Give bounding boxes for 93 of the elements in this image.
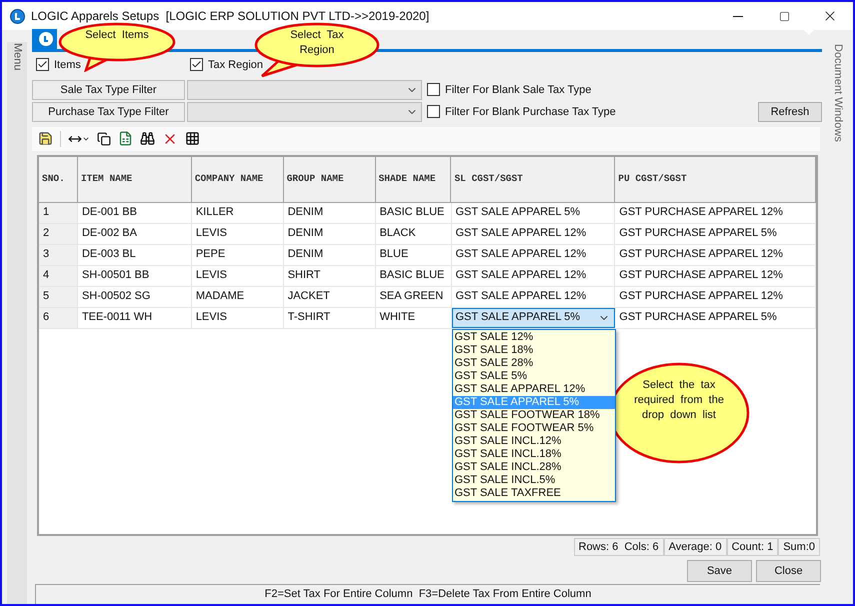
status-cell: Count: 1 xyxy=(726,538,778,556)
column-header[interactable]: ITEM NAME xyxy=(78,156,192,202)
table-cell: GST PURCHASE APPAREL 12% xyxy=(615,286,816,307)
table-cell: 6 xyxy=(39,308,78,328)
checkbox[interactable] xyxy=(427,83,440,96)
callout-text: Select Tax Region xyxy=(289,28,345,58)
status-cell: Sum:0 xyxy=(778,538,820,556)
status-cell: Rows: 6 Cols: 6 xyxy=(574,538,664,556)
table-cell: SHIRT xyxy=(284,266,376,286)
checkbox-label: Items xyxy=(54,58,81,73)
dropdown-option[interactable]: GST SALE FOOTWEAR 18% xyxy=(452,408,614,422)
side-tab[interactable]: Document Windows xyxy=(829,44,846,604)
table-cell: DE-003 BL xyxy=(78,244,192,265)
dropdown-option[interactable]: GST SALE INCL.5% xyxy=(452,474,614,487)
filter-label: Purchase Tax Type Filter xyxy=(32,102,185,122)
column-header[interactable]: SL CGST/SGST xyxy=(451,156,616,202)
table-cell: T-SHIRT xyxy=(284,308,376,328)
dropdown-option[interactable]: GST SALE APPAREL 12% xyxy=(452,382,614,396)
table-cell: SH-00501 BB xyxy=(78,266,192,286)
table-cell: 5 xyxy=(39,286,78,307)
table-cell: DE-002 BA xyxy=(78,224,192,244)
status-cell: Average: 0 xyxy=(664,538,727,556)
search-icon[interactable] xyxy=(140,131,155,146)
window-title: LOGIC Apparels Setups [LOGIC ERP SOLUTION PVT LTD->>2019-2020] xyxy=(31,8,430,25)
table-cell: DENIM xyxy=(284,202,376,223)
table-cell: GST SALE APPAREL 5% xyxy=(452,202,616,223)
refresh-button[interactable]: Refresh xyxy=(758,102,822,122)
table-cell: GST PURCHASE APPAREL 5% xyxy=(615,224,816,244)
table-cell: SH-00502 SG xyxy=(78,286,192,307)
table-cell: SEA GREEN xyxy=(376,286,452,307)
table-cell: DENIM xyxy=(284,244,376,265)
spreadsheet-icon[interactable] xyxy=(118,131,133,146)
checkbox-label: Tax Region xyxy=(208,58,264,73)
dialog-button[interactable]: Save xyxy=(687,560,752,582)
table-cell: JACKET xyxy=(284,286,376,307)
table-cell: 1 xyxy=(39,202,78,223)
dropdown-option[interactable]: GST SALE FOOTWEAR 5% xyxy=(452,422,614,435)
checkbox[interactable] xyxy=(427,105,440,118)
app-logo-icon xyxy=(39,32,53,46)
dropdown-option[interactable]: GST SALE INCL.12% xyxy=(452,434,614,448)
callout-text: Select the tax required from the drop down list xyxy=(633,378,725,423)
table-cell: GST SALE APPAREL 12% xyxy=(452,244,616,265)
table-cell: GST SALE APPAREL 12% xyxy=(452,266,616,286)
table-cell: BLACK xyxy=(376,224,452,244)
table-cell: LEVIS xyxy=(192,266,284,286)
column-header[interactable]: COMPANY NAME xyxy=(192,156,284,202)
table-cell: GST PURCHASE APPAREL 12% xyxy=(615,266,816,286)
callout-text: Select Items xyxy=(84,28,150,43)
column-header[interactable]: SNO. xyxy=(39,156,78,202)
table-cell: LEVIS xyxy=(192,224,284,244)
table-cell: 4 xyxy=(39,266,78,286)
table-cell: KILLER xyxy=(192,202,284,223)
checkbox-label: Filter For Blank Sale Tax Type xyxy=(445,82,592,98)
cell-combo[interactable]: GST SALE APPAREL 5% xyxy=(452,308,616,328)
table-cell: BASIC BLUE xyxy=(376,202,452,223)
grid-icon[interactable] xyxy=(185,131,200,146)
table-cell: GST PURCHASE APPAREL 12% xyxy=(615,202,816,223)
document-tab[interactable] xyxy=(32,29,57,49)
checkbox[interactable] xyxy=(190,58,203,72)
dropdown-option[interactable]: GST SALE INCL.18% xyxy=(452,448,614,461)
dropdown-option[interactable]: GST SALE INCL.28% xyxy=(452,460,614,474)
table-cell: 2 xyxy=(39,224,78,244)
filter-label: Sale Tax Type Filter xyxy=(32,80,185,100)
table-cell: DENIM xyxy=(284,224,376,244)
checkbox[interactable] xyxy=(36,58,49,72)
table-cell: LEVIS xyxy=(192,308,284,328)
table-cell: TEE-0011 WH xyxy=(78,308,192,328)
dropdown-option[interactable]: GST SALE 18% xyxy=(452,344,614,357)
table-cell: GST PURCHASE APPAREL 5% xyxy=(615,308,816,328)
table-cell: GST PURCHASE APPAREL 12% xyxy=(615,244,816,265)
maximize-icon xyxy=(778,10,790,22)
checkbox-label: Filter For Blank Purchase Tax Type xyxy=(445,104,616,120)
table-cell: PEPE xyxy=(192,244,284,265)
dropdown-option[interactable]: GST SALE 12% xyxy=(452,330,614,344)
column-header[interactable]: GROUP NAME xyxy=(284,156,376,202)
table-cell: GST SALE APPAREL 12% xyxy=(452,286,616,307)
save-icon[interactable] xyxy=(38,131,53,146)
table-cell: BLUE xyxy=(376,244,452,265)
dialog-button[interactable]: Close xyxy=(756,560,821,582)
column-header[interactable]: SHADE NAME xyxy=(376,156,452,202)
copy-icon[interactable] xyxy=(97,132,111,146)
column-header[interactable]: PU CGST/SGST xyxy=(615,156,816,202)
dropdown-option[interactable]: GST SALE TAXFREE xyxy=(452,486,614,500)
table-cell: 3 xyxy=(39,244,78,265)
table-cell: DE-001 BB xyxy=(78,202,192,223)
table-cell: MADAME xyxy=(192,286,284,307)
table-cell: GST SALE APPAREL 12% xyxy=(452,224,616,244)
dropdown-option[interactable]: GST SALE 5% xyxy=(452,370,614,383)
hint-text: F2=Set Tax For Entire Column F3=Delete Tax From Entire Column xyxy=(264,587,592,602)
app-logo-icon xyxy=(10,8,25,24)
dropdown-option[interactable]: GST SALE 28% xyxy=(452,356,614,370)
table-cell: BASIC BLUE xyxy=(376,266,452,286)
side-tab[interactable]: Menu xyxy=(6,42,28,604)
